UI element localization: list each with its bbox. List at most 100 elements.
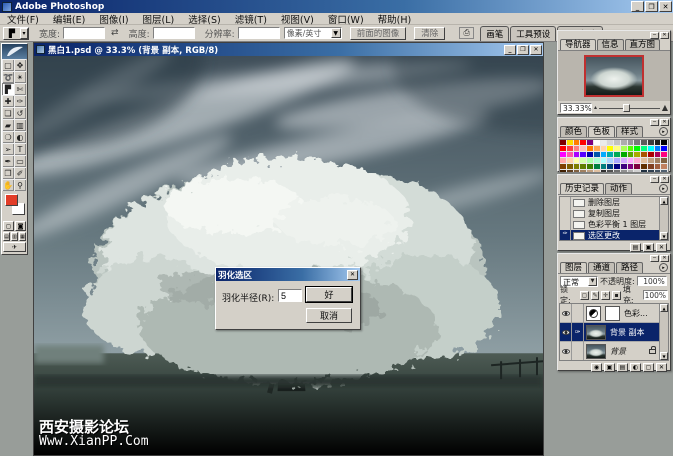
color-swatch[interactable]	[580, 170, 587, 173]
history-item-3[interactable]: ✑选区更改	[560, 230, 668, 241]
lasso-tool-icon[interactable]: ➰	[2, 71, 14, 83]
new-snapshot-icon[interactable]: ▣	[643, 243, 654, 252]
document-titlebar[interactable]: 黑白1.psd @ 33.3% (背景 副本, RGB/8) _ ❐ ✕	[34, 43, 543, 56]
eyedropper-tool-icon[interactable]: ✐	[14, 167, 26, 179]
color-swatch[interactable]	[634, 170, 641, 173]
new-document-from-state-icon[interactable]: ▤	[630, 243, 641, 252]
healing-brush-tool-icon[interactable]: ✚	[2, 95, 14, 107]
tab-路径[interactable]: 路径	[616, 262, 643, 273]
feather-radius-input[interactable]	[278, 289, 302, 302]
tab-信息[interactable]: 信息	[597, 39, 624, 50]
layer-row-1[interactable]: ✑背景 副本	[560, 323, 668, 342]
move-tool-icon[interactable]: ✥	[14, 59, 26, 71]
eye-icon[interactable]	[562, 330, 570, 335]
color-swatch[interactable]	[587, 170, 594, 173]
layers-scrollbar[interactable]: ▲▼	[659, 304, 668, 360]
hand-tool-icon[interactable]: ✋	[2, 179, 14, 191]
panel-close-button[interactable]: ✕	[660, 119, 669, 126]
color-swatch[interactable]	[567, 170, 574, 173]
tab-历史记录[interactable]: 历史记录	[560, 183, 604, 194]
clear-button[interactable]: 清除	[414, 27, 445, 40]
history-item-1[interactable]: 复制图层	[560, 208, 668, 219]
panel-minimize-button[interactable]: ─	[650, 32, 659, 39]
eye-icon[interactable]	[562, 311, 570, 316]
layer-row-2[interactable]: 背景	[560, 342, 668, 361]
chevron-down-icon[interactable]: ▼	[588, 277, 597, 286]
menu-item-4[interactable]: 选择(S)	[181, 12, 227, 26]
type-tool-icon[interactable]: T	[14, 143, 26, 155]
fullscreen-button[interactable]: ▦	[19, 232, 26, 241]
tab-通道[interactable]: 通道	[588, 262, 615, 273]
slider-thumb[interactable]	[623, 104, 630, 112]
history-brush-well[interactable]: ✑	[560, 230, 571, 241]
new-group-icon[interactable]: ▤	[617, 363, 628, 372]
crop-tool-icon[interactable]: ▛	[2, 83, 14, 95]
color-swatch[interactable]	[560, 170, 567, 173]
menu-item-5[interactable]: 滤镜(T)	[228, 12, 274, 26]
width-input[interactable]	[63, 27, 105, 39]
history-item-0[interactable]: 删除图层	[560, 197, 668, 208]
dialog-titlebar[interactable]: 羽化选区 ✕	[216, 268, 360, 281]
panel-menu-icon[interactable]: ▸	[659, 263, 668, 272]
tab-色板[interactable]: 色板	[588, 126, 615, 137]
restore-button[interactable]: ❐	[645, 1, 658, 12]
fullscreen-menubar-button[interactable]: ▥	[11, 232, 18, 241]
scroll-up-icon[interactable]: ▲	[660, 197, 668, 205]
panel-minimize-button[interactable]: ─	[650, 255, 659, 262]
magic-wand-tool-icon[interactable]: ✴	[14, 71, 26, 83]
cancel-button[interactable]: 取消	[306, 308, 352, 323]
history-item-2[interactable]: 色彩平衡 1 图层	[560, 219, 668, 230]
color-swatch[interactable]	[607, 170, 614, 173]
layer-thumbnail[interactable]	[586, 325, 606, 340]
scroll-up-icon[interactable]: ▲	[660, 304, 668, 312]
lock-paint-icon[interactable]: ✎	[591, 291, 600, 300]
color-swatch[interactable]	[661, 170, 668, 173]
indicator-well[interactable]: ✑	[572, 323, 584, 342]
menu-item-1[interactable]: 编辑(E)	[46, 12, 92, 26]
panel-close-button[interactable]: ✕	[660, 32, 669, 39]
menu-item-3[interactable]: 图层(L)	[136, 12, 182, 26]
history-brush-tool-icon[interactable]: ↺	[14, 107, 26, 119]
doc-restore-button[interactable]: ❐	[517, 45, 529, 55]
menu-item-6[interactable]: 视图(V)	[274, 12, 321, 26]
chevron-down-icon[interactable]: ▾	[20, 28, 28, 39]
doc-close-button[interactable]: ✕	[530, 45, 542, 55]
zoom-out-icon[interactable]: ▴	[594, 104, 597, 111]
color-swatch[interactable]	[641, 170, 648, 173]
delete-state-icon[interactable]: ✕	[656, 243, 667, 252]
file-browser-icon[interactable]: ⎙	[459, 27, 474, 39]
tab-动作[interactable]: 动作	[605, 183, 632, 194]
image-canvas[interactable]: 西安摄影论坛 Www.XianPP.Com	[34, 56, 543, 455]
panel-minimize-button[interactable]: ─	[650, 119, 659, 126]
color-swatch[interactable]	[574, 170, 581, 173]
brush-tool-icon[interactable]: ✑	[14, 95, 26, 107]
menu-item-8[interactable]: 帮助(H)	[371, 12, 419, 26]
menu-item-2[interactable]: 图像(I)	[92, 12, 135, 26]
layer-name[interactable]: 背景	[610, 346, 649, 357]
blur-tool-icon[interactable]: ❍	[2, 131, 14, 143]
tool-preset-picker[interactable]: ▛ ▾	[3, 27, 29, 40]
lock-move-icon[interactable]: ✛	[601, 291, 610, 300]
history-brush-well[interactable]	[560, 219, 571, 230]
scroll-down-icon[interactable]: ▼	[660, 232, 668, 240]
color-swatch[interactable]	[628, 170, 635, 173]
color-swatch[interactable]	[594, 170, 601, 173]
dialog-close-button[interactable]: ✕	[347, 270, 358, 280]
tab-颜色[interactable]: 颜色	[560, 126, 587, 137]
history-brush-well[interactable]	[560, 197, 571, 208]
close-button[interactable]: ✕	[659, 1, 672, 12]
resolution-input[interactable]	[238, 27, 280, 39]
adjustment-layer-thumbnail[interactable]	[586, 306, 601, 321]
indicator-well[interactable]	[572, 342, 584, 361]
minimize-button[interactable]: _	[631, 1, 644, 12]
lock-transparency-icon[interactable]: ◻	[580, 291, 589, 300]
path-select-tool-icon[interactable]: ➢	[2, 143, 14, 155]
swap-dimensions-icon[interactable]: ⇄	[111, 28, 119, 38]
color-swatch[interactable]	[614, 170, 621, 173]
new-adjustment-layer-icon[interactable]: ◐	[630, 363, 641, 372]
resolution-unit-select[interactable]: 像素/英寸 ▼	[284, 27, 342, 39]
add-mask-icon[interactable]: ▣	[604, 363, 615, 372]
menu-item-0[interactable]: 文件(F)	[0, 12, 46, 26]
panel-minimize-button[interactable]: ─	[650, 176, 659, 183]
history-brush-well[interactable]	[560, 208, 571, 219]
